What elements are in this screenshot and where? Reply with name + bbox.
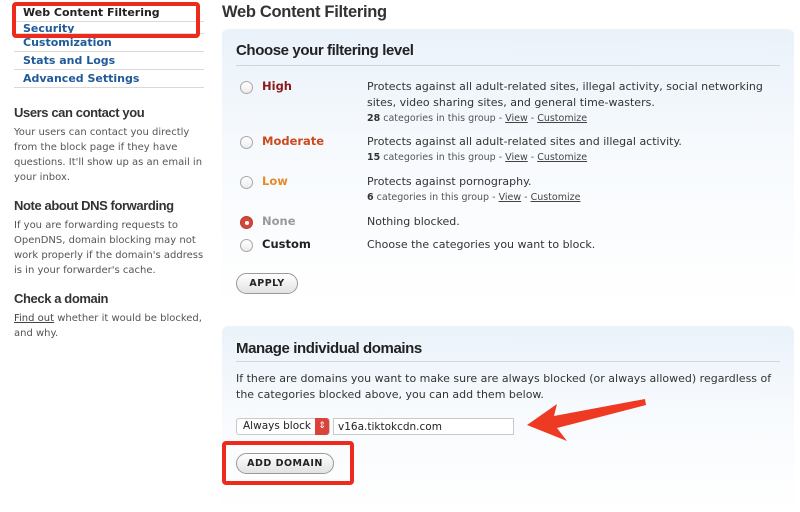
view-link[interactable]: View [499,192,522,203]
customize-link[interactable]: Customize [537,113,587,124]
domains-description: If there are domains you want to make su… [236,372,772,401]
dns-heading: Note about DNS forwarding [14,198,174,213]
nav-item-stats-and-logs[interactable]: Stats and Logs [14,52,204,70]
option-label[interactable]: Moderate [262,134,324,148]
radio-moderate[interactable] [240,136,253,149]
add-domain-button[interactable]: ADD DOMAIN [236,453,334,474]
radio-high[interactable] [240,81,253,94]
check-heading: Check a domain [14,291,109,306]
updown-arrows-icon: ⇕ [315,418,329,435]
nav-item-customization[interactable]: Customization [14,34,204,52]
view-link[interactable]: View [505,113,528,124]
red-arrow-icon [527,399,646,441]
block-mode-select[interactable]: Always block ⇕ [236,418,330,435]
nav-item-advanced-settings[interactable]: Advanced Settings [14,70,204,88]
check-domain: Check a domain Find out whether it would… [14,291,204,341]
customize-link[interactable]: Customize [531,192,581,203]
option-label[interactable]: Custom [262,237,311,251]
filtering-heading: Choose your filtering level [236,42,414,59]
view-link[interactable]: View [505,152,528,163]
option-label[interactable]: Low [262,174,288,188]
option-meta: 28 categories in this group - View - Cus… [367,113,588,124]
option-description: Choose the categories you want to block. [367,238,596,251]
nav-item-security[interactable]: Security [14,22,204,34]
domain-input[interactable] [333,418,514,435]
option-label[interactable]: None [262,214,296,228]
option-description: Nothing blocked. [367,215,460,228]
sidebar-nav: Web Content Filtering Security Customiza… [14,4,204,88]
page-title: Web Content Filtering [222,3,387,21]
contact-heading: Users can contact you [14,105,145,120]
dns-text: If you are forwarding requests to OpenDN… [14,220,204,276]
apply-button[interactable]: APPLY [236,273,298,294]
option-meta: 6 categories in this group - View - Cust… [367,192,581,203]
option-description: Protects against all adult-related sites… [367,79,767,127]
dns-note: Note about DNS forwarding If you are for… [14,198,204,278]
option-meta: 15 categories in this group - View - Cus… [367,152,588,163]
contact-text: Your users can contact you directly from… [14,127,203,183]
contact-info: Users can contact you Your users can con… [14,105,204,185]
find-out-link[interactable]: Find out [14,313,54,324]
customize-link[interactable]: Customize [537,152,587,163]
option-description: Protects against pornography. 6 categori… [367,174,767,206]
domains-panel: Manage individual domains If there are d… [222,326,794,512]
divider [236,65,780,66]
radio-low[interactable] [240,176,253,189]
sidebar: Web Content Filtering Security Customiza… [14,0,204,341]
check-text: Find out whether it would be blocked, an… [14,313,202,339]
radio-none-selected[interactable] [240,216,253,229]
filtering-panel: Choose your filtering level High Protect… [222,29,794,309]
divider [236,361,780,362]
nav-item-web-content-filtering[interactable]: Web Content Filtering [14,4,204,22]
option-description: Protects against all adult-related sites… [367,134,767,166]
select-value: Always block [243,420,312,432]
option-label[interactable]: High [262,79,292,93]
domains-heading: Manage individual domains [236,340,422,357]
radio-custom[interactable] [240,239,253,252]
